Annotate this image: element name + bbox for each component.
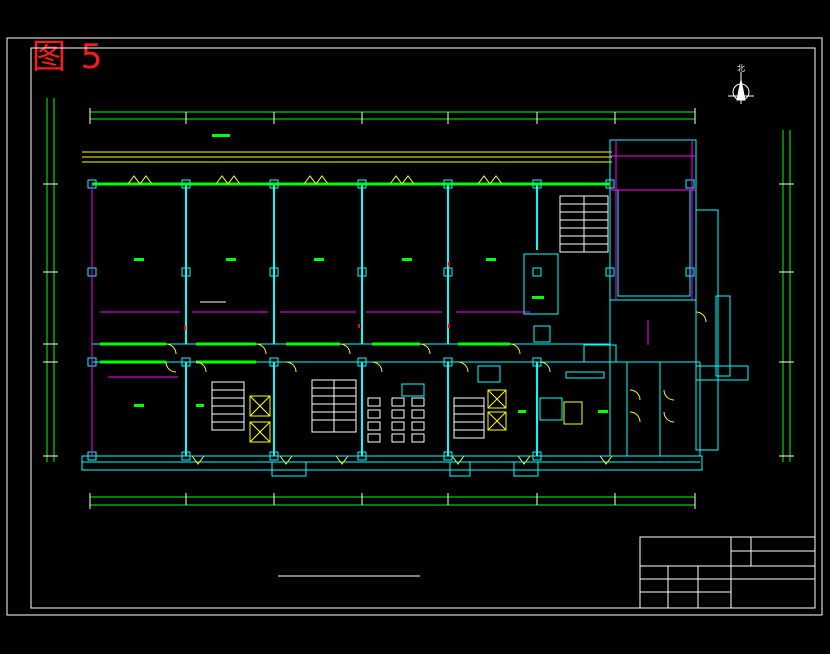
dimension-ticks xyxy=(43,108,794,509)
window-symbols xyxy=(104,175,613,465)
north-arrow-icon xyxy=(728,72,754,104)
inner-frame xyxy=(30,47,816,609)
fire-markers xyxy=(184,262,450,330)
north-label: 北 xyxy=(737,64,745,73)
extension-lines xyxy=(82,151,612,163)
interior-dimensions xyxy=(91,140,696,456)
toilet-partitions xyxy=(367,397,425,443)
exterior-steps xyxy=(81,295,731,477)
structural-columns xyxy=(87,179,695,461)
title-block xyxy=(639,536,816,609)
facade-band xyxy=(92,182,610,364)
outer-frame xyxy=(6,37,823,616)
door-swings xyxy=(165,311,707,423)
core-rooms xyxy=(401,253,617,421)
dimension-lines xyxy=(46,98,791,506)
cad-drawing: 北 xyxy=(6,37,823,616)
stairwells xyxy=(211,195,609,439)
